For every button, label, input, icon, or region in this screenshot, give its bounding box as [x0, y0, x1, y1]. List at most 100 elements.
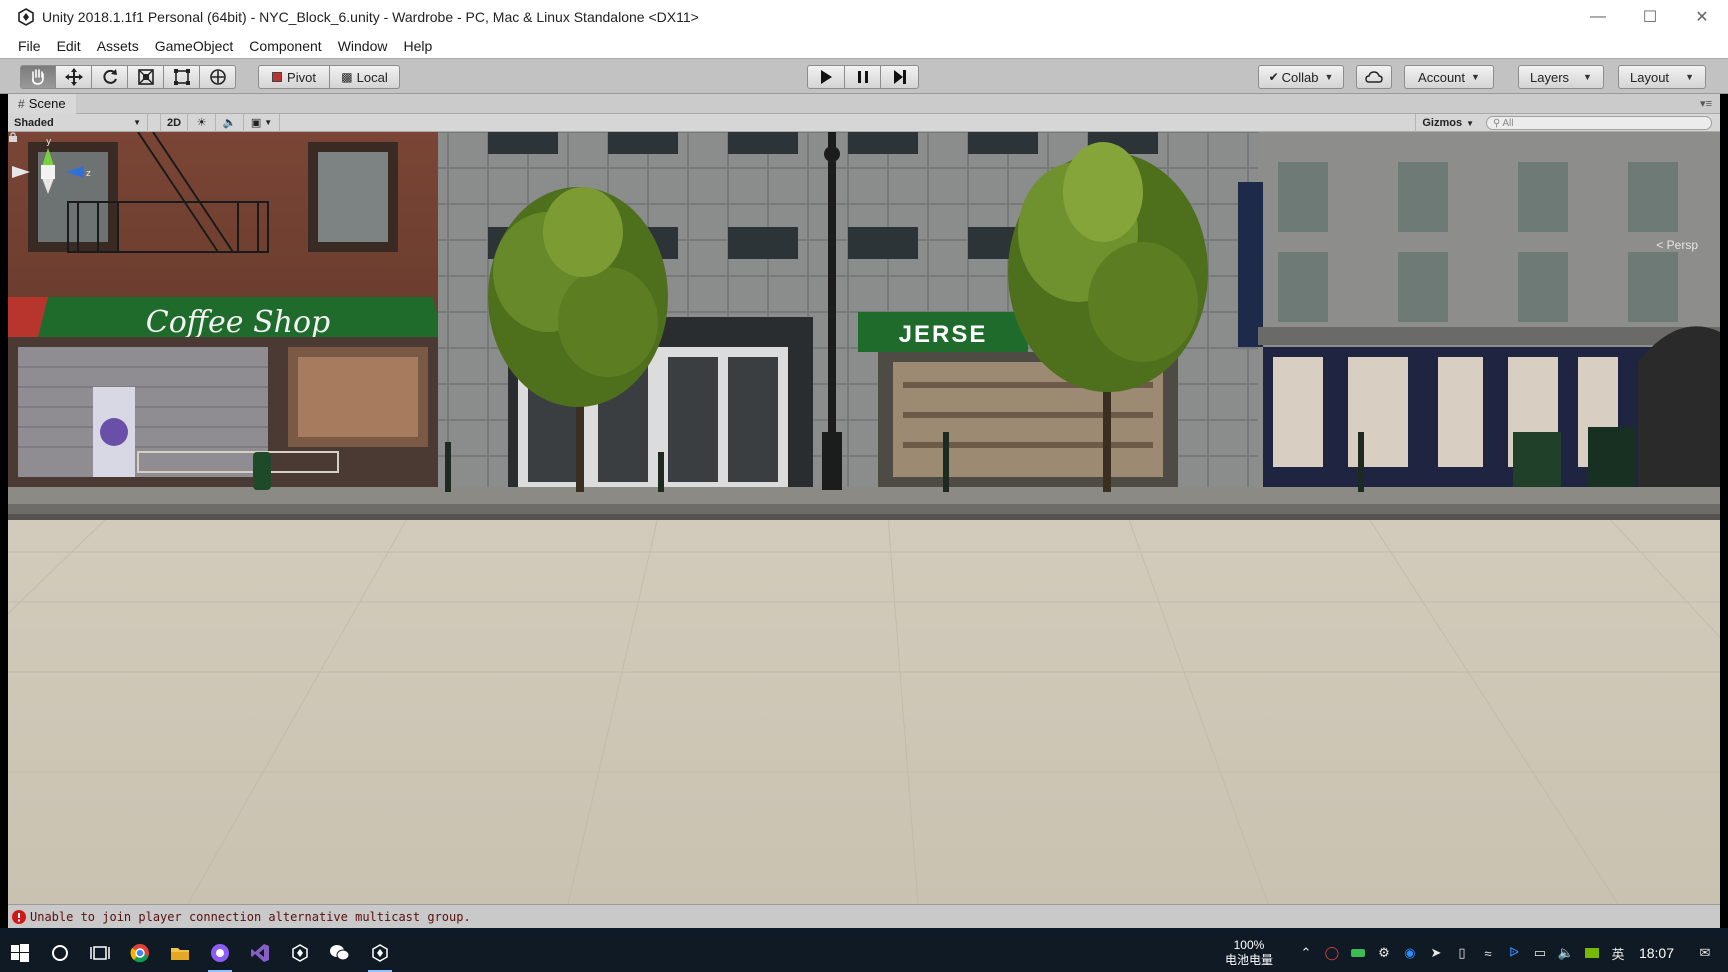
menu-file[interactable]: File — [10, 34, 49, 58]
panel-menu-icon[interactable]: ▾≡ — [1700, 97, 1712, 110]
rotate-tool-icon[interactable] — [92, 65, 128, 89]
chrome-icon[interactable] — [120, 934, 160, 972]
unity-icon[interactable] — [280, 934, 320, 972]
pivot-label: Pivot — [287, 69, 316, 85]
pivot-local-group: Pivot ▩ Local — [258, 65, 400, 89]
toggle-2d-button[interactable]: 2D — [160, 113, 188, 132]
windows-start-icon[interactable] — [0, 934, 40, 972]
menu-window[interactable]: Window — [330, 34, 396, 58]
layers-dropdown[interactable]: Layers ▼ — [1518, 65, 1604, 89]
console-status-bar[interactable]: Unable to join player connection alterna… — [8, 904, 1720, 928]
axis-x-neg-cone[interactable] — [12, 166, 30, 178]
lighting-toggle-icon[interactable]: ☀ — [188, 113, 216, 132]
account-dropdown[interactable]: Account ▼ — [1404, 65, 1494, 89]
axis-y-label: y — [46, 137, 52, 147]
pause-button[interactable] — [845, 65, 881, 89]
wifi-icon[interactable]: ≈ — [1475, 934, 1501, 972]
axis-y-neg-cone[interactable] — [42, 178, 54, 194]
effects-dropdown-icon[interactable]: ▣ ▼ — [244, 113, 280, 132]
menu-edit[interactable]: Edit — [49, 34, 89, 58]
media-player-icon[interactable] — [200, 934, 240, 972]
lock-icon[interactable] — [8, 132, 18, 142]
curb — [8, 504, 1720, 514]
layout-dropdown[interactable]: Layout ▼ — [1618, 65, 1706, 89]
pivot-toggle[interactable]: Pivot — [258, 65, 330, 89]
chevron-down-icon: ▼ — [1471, 72, 1480, 82]
minimize-icon[interactable]: — — [1572, 0, 1624, 34]
menu-gameobject[interactable]: GameObject — [147, 34, 242, 58]
file-explorer-icon[interactable] — [160, 934, 200, 972]
scene-tab-label: Scene — [28, 96, 66, 111]
cortana-icon[interactable] — [40, 934, 80, 972]
clock[interactable]: 18:07 — [1639, 945, 1674, 961]
scale-tool-icon[interactable] — [128, 65, 164, 89]
steam-icon[interactable]: ⚙ — [1371, 934, 1397, 972]
axis-z-cone[interactable] — [66, 166, 84, 178]
move-tool-icon[interactable] — [56, 65, 92, 89]
axis-y-cone[interactable] — [42, 148, 54, 166]
menu-help[interactable]: Help — [395, 34, 440, 58]
battery-icon[interactable]: ▭ — [1527, 934, 1553, 972]
shading-mode-dropdown[interactable]: Shaded ▼ — [8, 113, 148, 132]
nvidia-icon[interactable] — [1579, 934, 1605, 972]
chevron-down-icon: ▼ — [1583, 72, 1592, 82]
transform-tool-icon[interactable] — [200, 65, 236, 89]
scene-render: Coffee Shop JERSE — [8, 132, 1720, 904]
chevron-down-icon: ▼ — [133, 118, 141, 127]
local-toggle[interactable]: ▩ Local — [330, 65, 400, 89]
chevron-down-icon: ▼ — [1324, 72, 1334, 82]
vertical-banner — [1238, 182, 1263, 347]
unity-logo-icon — [16, 7, 36, 27]
transform-tools — [20, 65, 236, 89]
collab-label: Collab — [1281, 69, 1319, 85]
close-icon[interactable]: ✕ — [1676, 0, 1728, 34]
search-placeholder: All — [1502, 117, 1514, 129]
hand-tool-icon[interactable] — [20, 65, 56, 89]
step-button[interactable] — [881, 65, 919, 89]
rect-tool-icon[interactable] — [164, 65, 200, 89]
ime-indicator[interactable]: 英 — [1605, 934, 1631, 972]
play-button[interactable] — [807, 65, 845, 89]
audio-toggle-icon[interactable]: 🔈 — [216, 113, 244, 132]
scene-orientation-gizmo[interactable]: y z — [8, 132, 98, 252]
gizmo-center-cube[interactable] — [41, 165, 55, 179]
telegram-icon[interactable]: ➤ — [1423, 934, 1449, 972]
windows-taskbar: 100% 电池电量 ⌃ ◯ ⚙ ◉ ➤ ▯ ≈ ᐉ ▭ 🔈 英 18:07 ✉ — [0, 934, 1728, 972]
bluetooth-icon[interactable]: ᐉ — [1501, 934, 1527, 972]
collab-dropdown[interactable]: ✔ Collab ▼ — [1258, 65, 1344, 89]
trash-can — [1513, 432, 1561, 487]
task-view-icon[interactable] — [80, 934, 120, 972]
volume-icon[interactable]: 🔈 — [1553, 934, 1579, 972]
pivot-icon — [272, 72, 283, 82]
scene-viewport[interactable]: Coffee Shop JERSE y z < Persp — [8, 132, 1720, 904]
chevron-down-icon: ▼ — [1466, 118, 1474, 128]
battery-status[interactable]: 100% 电池电量 — [1225, 938, 1273, 968]
status-message: Unable to join player connection alterna… — [30, 909, 471, 924]
ground-plane — [8, 517, 1720, 904]
cloud-icon — [1356, 65, 1392, 89]
account-label: Account — [1418, 69, 1466, 85]
messenger-icon[interactable]: ◉ — [1397, 934, 1423, 972]
cloud-button[interactable] — [1356, 65, 1392, 89]
menu-component[interactable]: Component — [241, 34, 329, 58]
jersey-sign: JERSE — [899, 321, 988, 348]
tab-scene[interactable]: # Scene — [8, 93, 76, 114]
notification-center-icon[interactable]: ✉ — [1692, 934, 1718, 972]
menu-bar: File Edit Assets GameObject Component Wi… — [0, 34, 1728, 58]
axis-z-label: z — [86, 169, 91, 179]
scene-search-input[interactable]: ⚲ All — [1486, 116, 1712, 130]
gizmos-dropdown[interactable]: Gizmos ▼ — [1415, 114, 1480, 132]
menu-assets[interactable]: Assets — [89, 34, 147, 58]
chevron-down-icon: ▼ — [1685, 72, 1694, 82]
usb-drive-icon[interactable]: ▯ — [1449, 934, 1475, 972]
visual-studio-icon[interactable] — [240, 934, 280, 972]
right-building — [1238, 132, 1720, 487]
maximize-icon[interactable]: ☐ — [1624, 0, 1676, 34]
tray-app-red-icon[interactable]: ◯ — [1319, 934, 1345, 972]
projection-toggle[interactable]: < Persp — [1656, 238, 1698, 252]
coffee-shop-sign: Coffee Shop — [146, 305, 330, 340]
unity-active-icon[interactable] — [360, 934, 400, 972]
show-hidden-icons-chevron-icon[interactable]: ⌃ — [1293, 934, 1319, 972]
wechat-icon[interactable] — [320, 934, 360, 972]
tray-battery-green-icon[interactable] — [1345, 934, 1371, 972]
